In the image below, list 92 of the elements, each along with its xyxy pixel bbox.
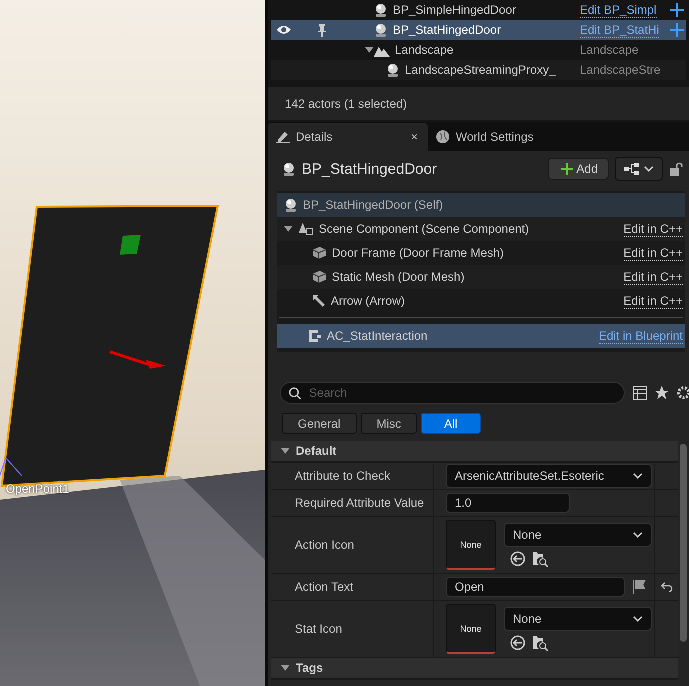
- expand-arrow-icon: [281, 664, 290, 672]
- scene-component-icon: [298, 222, 314, 236]
- property-label: Required Attribute Value: [295, 496, 424, 510]
- browse-folder-icon: [532, 551, 549, 567]
- actor-name: BP_SimpleHingedDoor: [393, 3, 516, 17]
- filter-button[interactable]: Misc: [360, 413, 418, 434]
- edit-link[interactable]: Edit in C++: [624, 270, 683, 284]
- plus-icon: [560, 163, 573, 175]
- actor-icon: [374, 22, 388, 38]
- pin-icon: [318, 24, 326, 36]
- component-row[interactable]: Static Mesh (Door Mesh) Edit in C++: [277, 265, 685, 289]
- edit-link[interactable]: Edit in C++: [624, 222, 683, 236]
- details-title: BP_StatHingedDoor: [302, 160, 438, 178]
- hierarchy-icon: [624, 163, 640, 175]
- search-box[interactable]: Search: [280, 382, 625, 404]
- filter-button[interactable]: General: [282, 413, 357, 434]
- actor-type: LandscapeStre: [580, 63, 661, 77]
- chevron-down-icon: [633, 473, 643, 479]
- section-header[interactable]: Tags: [271, 658, 678, 680]
- actor-icon: [374, 2, 388, 18]
- component-row[interactable]: AC_StatInteraction Edit in Blueprint: [277, 324, 685, 348]
- component-name: Arrow (Arrow): [331, 294, 405, 308]
- actor-name: BP_StatHingedDoor: [393, 23, 502, 37]
- actor-count: 142 actors (1 selected): [285, 96, 408, 110]
- settings-icon: [677, 386, 689, 400]
- cube-icon: [312, 246, 327, 260]
- browse-folder-icon: [532, 635, 549, 651]
- asset-thumbnail[interactable]: None: [446, 520, 496, 570]
- outliner-row[interactable]: BP_SimpleHingedDoor Edit BP_Simpl: [271, 0, 686, 20]
- outliner-row[interactable]: LandscapeStreamingProxy_ LandscapeStre: [271, 60, 686, 80]
- actor-name: LandscapeStreamingProxy_: [405, 63, 556, 77]
- cube-icon: [312, 270, 327, 284]
- component-row[interactable]: Scene Component (Scene Component) Edit in C++: [277, 217, 685, 241]
- component-row[interactable]: Door Frame (Door Frame Mesh) Edit in C++: [277, 241, 685, 265]
- arrow-icon: [312, 294, 326, 308]
- edit-blueprint-link[interactable]: Edit BP_Simpl: [580, 2, 657, 18]
- expand-arrow-icon: [281, 448, 290, 454]
- asset-dropdown[interactable]: None: [504, 607, 652, 631]
- outliner-row[interactable]: Landscape Landscape: [271, 40, 686, 60]
- text-field[interactable]: Open: [446, 577, 625, 597]
- flag-icon: [633, 580, 647, 594]
- panel-tab[interactable]: World Settings: [428, 123, 578, 151]
- number-field[interactable]: 1.0: [446, 493, 570, 513]
- actor-type: Landscape: [580, 43, 639, 57]
- expand-arrow-icon: [284, 226, 293, 232]
- section-header[interactable]: Default: [271, 441, 678, 463]
- actor-label: OpenPoint1: [6, 482, 70, 496]
- globe-icon: [436, 130, 450, 144]
- plus-icon: [670, 23, 684, 37]
- property-label: Action Text: [295, 580, 354, 594]
- component-row[interactable]: Arrow (Arrow) Edit in C++: [277, 289, 685, 313]
- asset-dropdown[interactable]: None: [504, 523, 652, 547]
- edit-link[interactable]: Edit in Blueprint: [598, 328, 683, 344]
- add-button[interactable]: Add: [548, 158, 609, 180]
- eye-icon: [276, 25, 292, 35]
- component-name: Static Mesh (Door Mesh): [332, 270, 465, 284]
- pencil-icon: [276, 130, 290, 144]
- component-row[interactable]: BP_StatHingedDoor (Self): [277, 193, 685, 217]
- edit-blueprint-link[interactable]: Edit BP_StatHi: [580, 22, 660, 38]
- property-label: Attribute to Check: [295, 469, 390, 483]
- actor-icon: [284, 198, 298, 212]
- property-label: Action Icon: [295, 538, 354, 552]
- actor-icon: [282, 162, 296, 176]
- hierarchy-button[interactable]: [615, 157, 663, 181]
- actor-icon: [386, 62, 400, 78]
- panel-tab[interactable]: Details ×: [268, 123, 428, 151]
- component-name: AC_StatInteraction: [327, 329, 428, 343]
- actor-name: Landscape: [395, 43, 454, 57]
- component-name: Scene Component (Scene Component): [319, 222, 530, 236]
- close-icon[interactable]: ×: [410, 130, 418, 144]
- attribute-dropdown[interactable]: ArsenicAttributeSet.Esoteric: [446, 464, 652, 488]
- plus-icon: [670, 3, 684, 17]
- use-selected-icon: [510, 635, 526, 651]
- chevron-down-icon: [633, 532, 643, 538]
- outliner-row[interactable]: BP_StatHingedDoor Edit BP_StatHi: [271, 20, 686, 40]
- table-icon: [633, 386, 647, 400]
- chevron-down-icon: [633, 616, 643, 622]
- filter-button[interactable]: All: [421, 413, 481, 434]
- scrollbar-thumb[interactable]: [680, 444, 687, 642]
- edit-link[interactable]: Edit in C++: [624, 294, 683, 308]
- expand-arrow-icon: [365, 46, 374, 54]
- search-field[interactable]: Search: [307, 385, 616, 401]
- use-selected-icon: [510, 551, 526, 567]
- component-name: Door Frame (Door Frame Mesh): [332, 246, 504, 260]
- component-icon: [308, 329, 322, 343]
- search-icon: [289, 386, 302, 400]
- property-label: Stat Icon: [295, 622, 342, 636]
- star-icon: [655, 386, 669, 400]
- edit-link[interactable]: Edit in C++: [624, 246, 683, 260]
- component-name: BP_StatHingedDoor (Self): [303, 198, 444, 212]
- asset-thumbnail[interactable]: None: [446, 604, 496, 654]
- chevron-down-icon: [644, 166, 654, 172]
